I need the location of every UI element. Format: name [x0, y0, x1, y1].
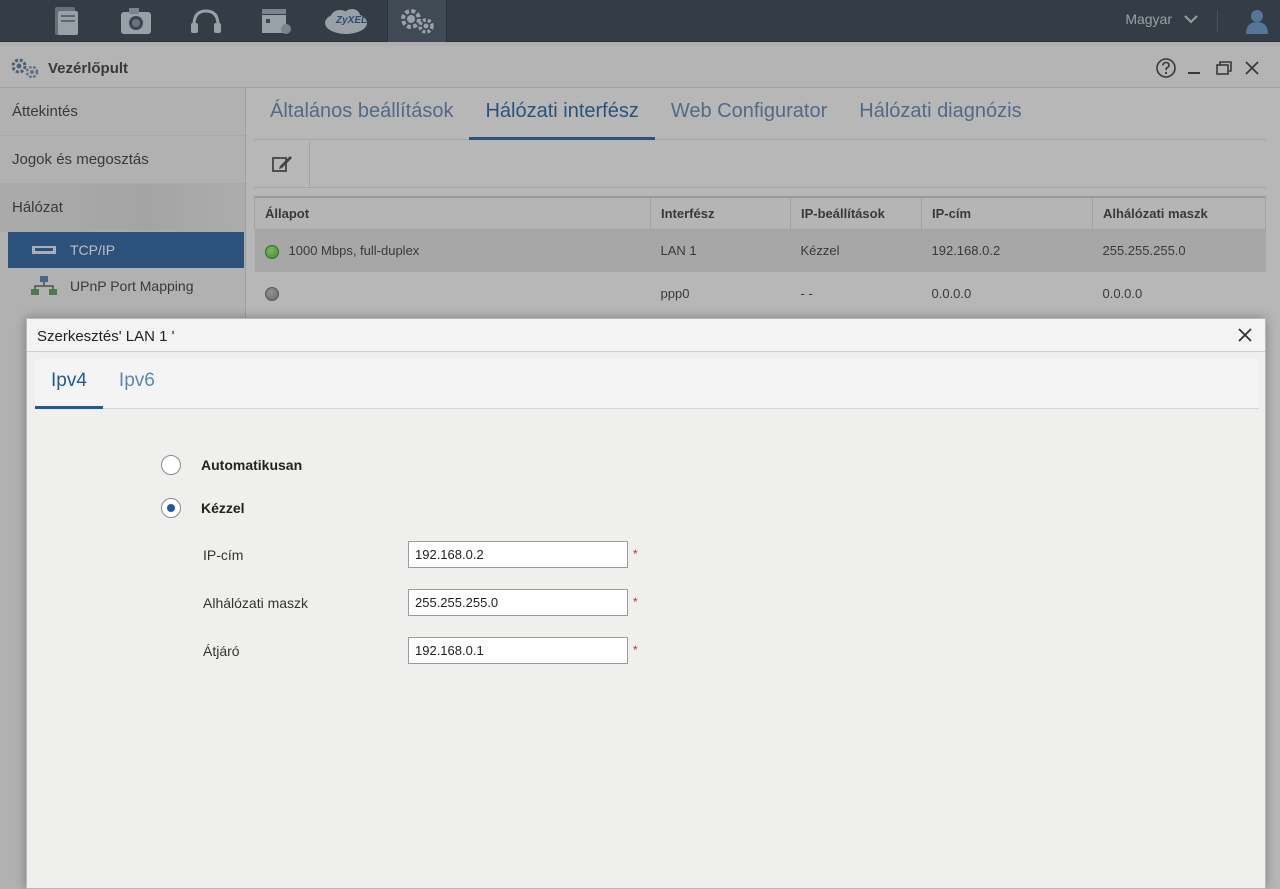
- option-automatic-label: Automatikusan: [201, 457, 303, 473]
- dialog-tabs: Ipv4 Ipv6: [35, 359, 1259, 409]
- edit-interface-dialog: Szerkesztés' LAN 1 ' Ipv4 Ipv6 Automatik…: [26, 318, 1266, 889]
- close-icon: [1238, 328, 1252, 342]
- option-manual-label: Kézzel: [201, 500, 245, 516]
- required-marker: *: [633, 595, 638, 609]
- dialog-header: Szerkesztés' LAN 1 ': [27, 319, 1265, 352]
- ip-address-input[interactable]: [408, 541, 628, 568]
- dialog-title: Szerkesztés' LAN 1 ': [37, 328, 175, 345]
- subnet-mask-input[interactable]: [408, 589, 628, 616]
- tab-ipv6[interactable]: Ipv6: [103, 359, 171, 409]
- radio-manual[interactable]: [161, 498, 181, 518]
- tab-ipv4[interactable]: Ipv4: [35, 359, 103, 409]
- ip-address-label: IP-cím: [203, 547, 244, 563]
- subnet-mask-label: Alhálózati maszk: [203, 595, 309, 611]
- dialog-close-button[interactable]: [1237, 324, 1253, 350]
- option-automatic[interactable]: Automatikusan: [161, 455, 302, 475]
- required-marker: *: [633, 547, 638, 561]
- required-marker: *: [633, 643, 638, 657]
- gateway-input[interactable]: [408, 637, 628, 664]
- gateway-label: Átjáró: [203, 643, 240, 659]
- option-manual[interactable]: Kézzel: [161, 498, 245, 518]
- radio-automatic[interactable]: [161, 455, 181, 475]
